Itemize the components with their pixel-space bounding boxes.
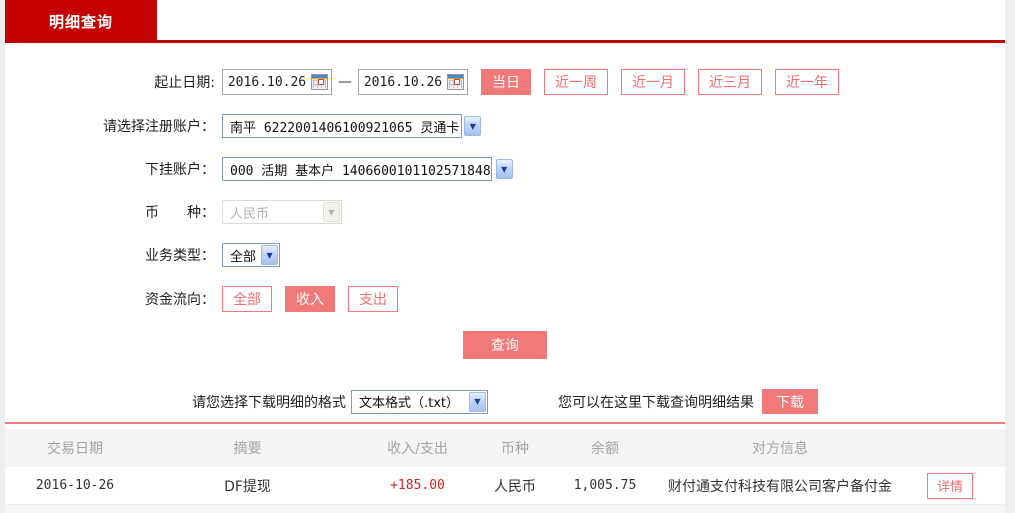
chevron-down-icon: ▼ <box>323 202 340 222</box>
quick-range-month-button[interactable]: 近一月 <box>621 69 685 95</box>
business-type-row: 业务类型： 全部 ▼ <box>5 243 1005 267</box>
col-header-amount: 收入/支出 <box>387 441 448 457</box>
chevron-down-icon: ▼ <box>261 245 279 265</box>
content-panel: 明细查询 起止日期: 2016.10.26 — 2016.10.26 当日 近一… <box>5 0 1005 513</box>
download-button[interactable]: 下载 <box>762 389 818 414</box>
register-account-value: 南平 6222001406100921065 灵通卡 <box>230 120 460 136</box>
date-range-label: 起止日期: <box>154 75 215 91</box>
results-table: 交易日期 摘要 收入/支出 币种 余额 对方信息 2016-10-26 DF提现… <box>5 422 1005 513</box>
cell-counterparty: 财付通支付科技有限公司客户备付金 <box>668 478 892 495</box>
currency-label: 币 种： <box>145 205 215 221</box>
cell-amount: +185.00 <box>390 478 445 493</box>
col-header-balance: 余额 <box>591 441 619 457</box>
chevron-down-icon: ▼ <box>464 116 482 136</box>
start-date-value[interactable]: 2016.10.26 <box>223 75 311 90</box>
fund-flow-row: 资金流向： 全部 收入 支出 <box>5 286 1005 312</box>
sub-account-value: 000 活期 基本户 1406600101102571848 <box>230 163 491 179</box>
start-date-input[interactable]: 2016.10.26 <box>222 69 332 95</box>
table-row: 2016-10-26 DF提现 +185.00 人民币 1,005.75 财付通… <box>5 467 1005 505</box>
business-type-label: 业务类型： <box>145 248 215 264</box>
fund-flow-expense-button[interactable]: 支出 <box>348 286 398 312</box>
col-header-date: 交易日期 <box>47 441 103 457</box>
end-date-input[interactable]: 2016.10.26 <box>358 69 468 95</box>
currency-value: 人民币 <box>230 206 270 222</box>
currency-select: 人民币 ▼ <box>222 200 342 224</box>
download-hint: 您可以在这里下载查询明细结果 <box>558 394 754 411</box>
download-format-value: 文本格式（.txt） <box>359 396 460 411</box>
col-header-summary: 摘要 <box>233 441 262 457</box>
business-type-value: 全部 <box>230 249 257 265</box>
fund-flow-income-button[interactable]: 收入 <box>285 286 335 312</box>
table-footer-strip <box>5 505 1005 513</box>
col-header-counterparty: 对方信息 <box>752 441 808 457</box>
date-separator: — <box>338 74 352 90</box>
download-format-select[interactable]: 文本格式（.txt） ▼ <box>351 389 488 414</box>
end-date-value[interactable]: 2016.10.26 <box>359 75 447 90</box>
sub-account-select[interactable]: 000 活期 基本户 1406600101102571848 ▼ <box>222 157 513 181</box>
quick-range-threemonth-button[interactable]: 近三月 <box>698 69 762 95</box>
register-account-label: 请选择注册账户： <box>103 119 215 135</box>
register-account-select[interactable]: 南平 6222001406100921065 灵通卡 ▼ <box>222 114 482 138</box>
tab-bar: 明细查询 <box>5 0 1005 43</box>
calendar-icon[interactable] <box>311 74 328 90</box>
detail-button[interactable]: 详情 <box>927 472 973 499</box>
date-range-row: 起止日期: 2016.10.26 — 2016.10.26 当日 近一周 近一月… <box>5 69 1005 95</box>
chevron-down-icon: ▼ <box>469 391 486 412</box>
table-header-row: 交易日期 摘要 收入/支出 币种 余额 对方信息 <box>5 429 1005 467</box>
sub-account-row: 下挂账户： 000 活期 基本户 1406600101102571848 ▼ <box>5 157 1005 181</box>
quick-range-today-button[interactable]: 当日 <box>481 69 531 95</box>
register-account-row: 请选择注册账户： 南平 6222001406100921065 灵通卡 ▼ <box>5 114 1005 138</box>
sub-account-label: 下挂账户： <box>145 162 215 178</box>
query-form: 起止日期: 2016.10.26 — 2016.10.26 当日 近一周 近一月… <box>5 43 1005 359</box>
query-button[interactable]: 查询 <box>463 331 547 359</box>
tab-detail-query[interactable]: 明细查询 <box>5 0 157 43</box>
business-type-select[interactable]: 全部 ▼ <box>222 243 281 267</box>
currency-row: 币 种： 人民币 ▼ <box>5 200 1005 224</box>
cell-date: 2016-10-26 <box>35 478 115 493</box>
chevron-down-icon: ▼ <box>495 159 513 179</box>
cell-balance: 1,005.75 <box>573 478 637 493</box>
fund-flow-label: 资金流向： <box>145 292 215 308</box>
cell-summary: DF提现 <box>224 478 271 495</box>
quick-range-week-button[interactable]: 近一周 <box>544 69 608 95</box>
quick-range-year-button[interactable]: 近一年 <box>775 69 839 95</box>
download-row: 请您选择下载明细的格式 文本格式（.txt） ▼ 您可以在这里下载查询明细结果 … <box>5 389 1005 414</box>
download-format-label: 请您选择下载明细的格式 <box>192 394 346 411</box>
calendar-icon[interactable] <box>447 74 464 90</box>
col-header-currency: 币种 <box>501 441 529 457</box>
fund-flow-all-button[interactable]: 全部 <box>222 286 272 312</box>
cell-currency: 人民币 <box>494 478 536 495</box>
